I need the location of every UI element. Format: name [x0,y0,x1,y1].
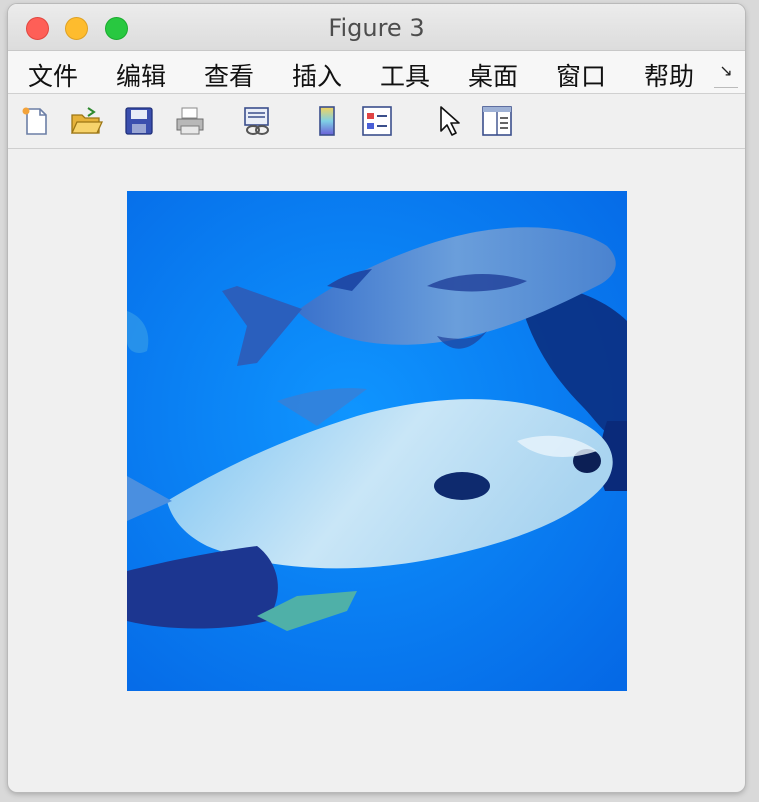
menu-file[interactable]: 文件 [28,57,78,93]
link-plot-icon[interactable] [240,104,274,138]
save-icon[interactable] [122,104,156,138]
toolbar [8,94,745,149]
fish-photo [127,191,627,691]
property-inspector-icon[interactable] [480,104,514,138]
open-file-icon[interactable] [69,104,103,138]
legend-icon[interactable] [360,104,394,138]
window-title: Figure 3 [328,14,425,42]
pointer-icon[interactable] [433,104,467,138]
menu-bar: 文件 编辑 查看 插入 工具 桌面 窗口 帮助 ↘ [8,51,745,94]
figure-window: Figure 3 文件 编辑 查看 插入 工具 桌面 窗口 帮助 ↘ [8,4,745,792]
colorbar-icon[interactable] [310,104,344,138]
menu-overflow-icon[interactable]: ↘ [714,61,738,88]
menu-window[interactable]: 窗口 [556,57,606,93]
image-axes [127,191,627,691]
title-bar: Figure 3 [8,4,745,51]
menu-insert[interactable]: 插入 [292,57,342,93]
menu-view[interactable]: 查看 [204,57,254,93]
menu-edit[interactable]: 编辑 [116,57,166,93]
menu-tools[interactable]: 工具 [380,57,430,93]
menu-desktop[interactable]: 桌面 [468,57,518,93]
menu-help[interactable]: 帮助 [644,57,694,93]
new-figure-icon[interactable] [18,104,52,138]
print-icon[interactable] [173,104,207,138]
